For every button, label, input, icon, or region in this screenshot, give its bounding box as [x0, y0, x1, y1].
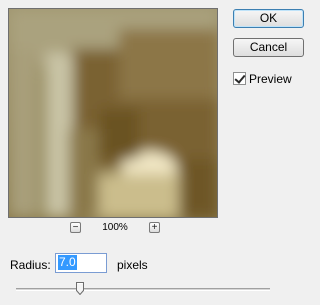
radius-units-label: pixels [117, 258, 148, 272]
checkmark-icon[interactable] [233, 72, 246, 85]
radius-slider-track[interactable] [16, 288, 270, 291]
radius-value: 7.0 [58, 255, 77, 270]
blur-preview-image[interactable] [8, 8, 218, 218]
slider-thumb-icon[interactable] [75, 282, 84, 295]
zoom-out-icon[interactable]: − [70, 222, 81, 233]
ok-button[interactable]: OK [233, 9, 304, 28]
preview-label: Preview [249, 72, 292, 86]
zoom-in-icon[interactable]: + [149, 222, 160, 233]
radius-input[interactable]: 7.0 [55, 253, 107, 273]
zoom-controls: − 100% + [8, 221, 218, 237]
radius-label: Radius: [10, 258, 51, 272]
blurred-preview-picture [9, 9, 217, 217]
zoom-level: 100% [102, 222, 128, 233]
cancel-button[interactable]: Cancel [233, 38, 304, 57]
